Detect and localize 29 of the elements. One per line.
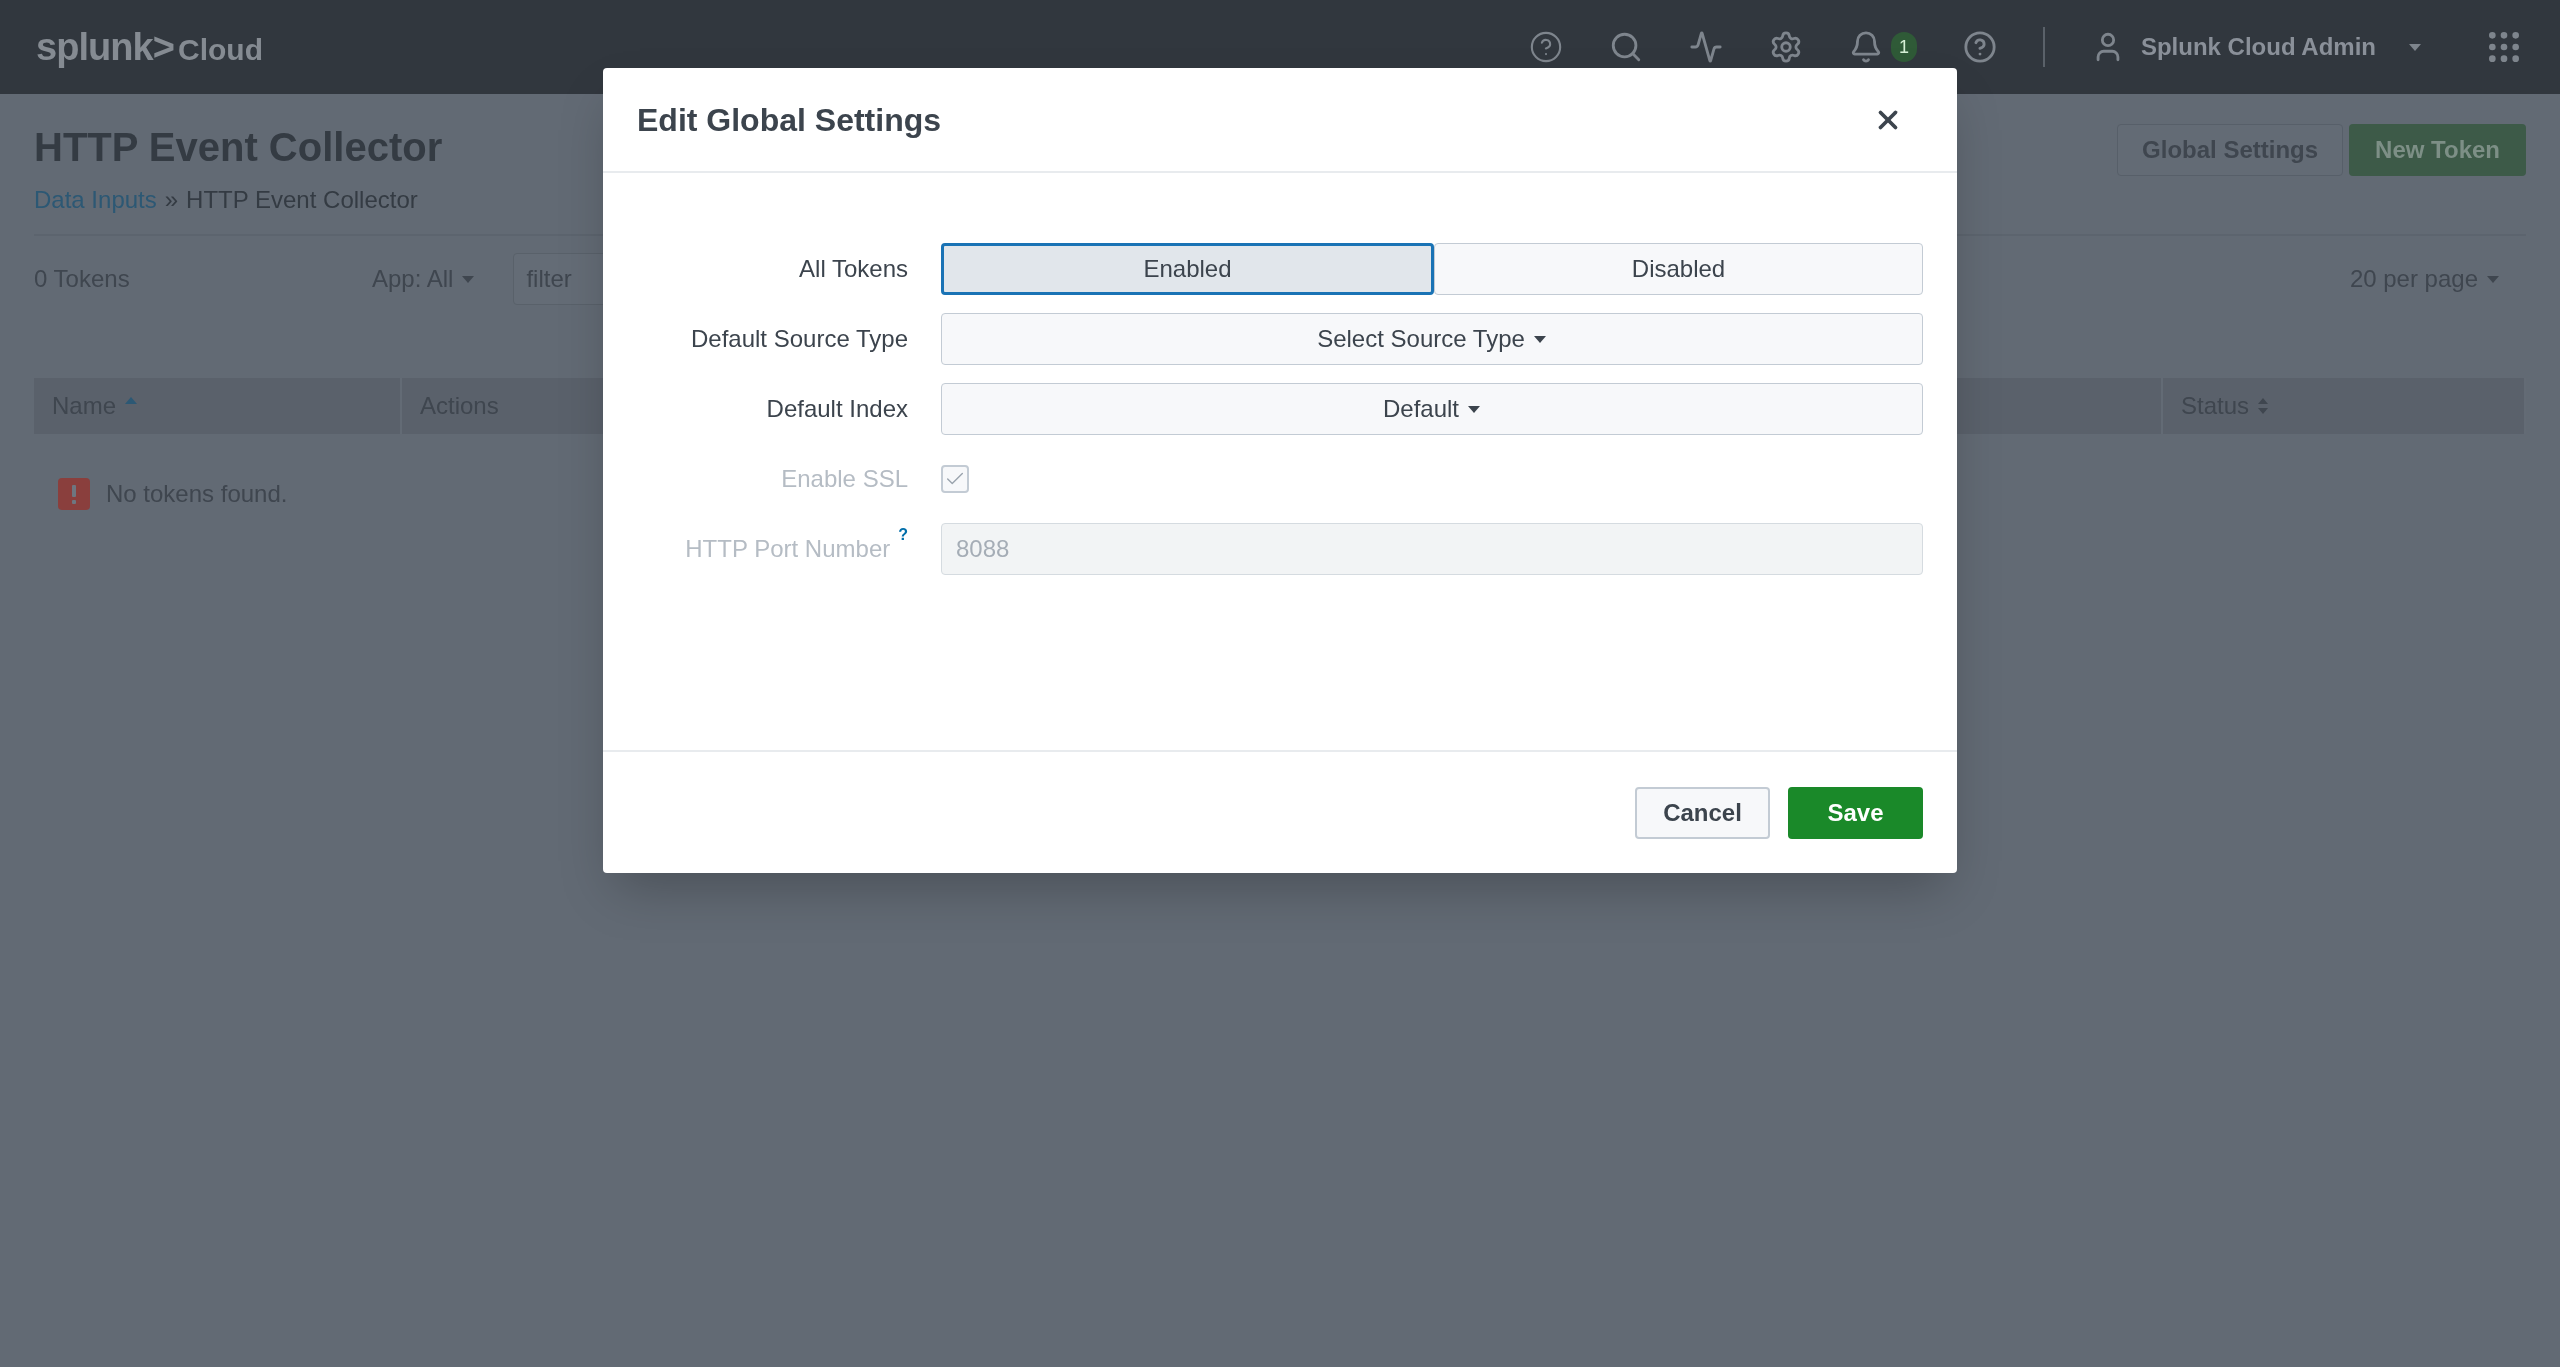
field-label: Default Source Type — [690, 324, 908, 354]
help-icon[interactable] — [1528, 30, 1563, 64]
toggle-option[interactable]: Disabled — [1434, 243, 1923, 295]
dialog-title: Edit Global Settings — [637, 100, 941, 140]
caret-icon — [2408, 42, 2422, 52]
cancel-button[interactable]: Cancel — [1635, 786, 1770, 839]
caret-icon — [1532, 334, 1547, 344]
caret-icon — [461, 274, 476, 284]
logo-product[interactable]: Cloud — [178, 35, 263, 65]
logo-brand[interactable]: splunk> — [36, 28, 174, 66]
caret-icon — [1467, 404, 1481, 414]
alert-icon — [58, 478, 90, 510]
field-label: HTTP Port Number — [685, 534, 891, 564]
sort-icon — [2257, 396, 2270, 416]
select-dropdown[interactable]: Default — [941, 383, 1923, 435]
field-label: All Tokens — [799, 254, 908, 284]
toggle-option[interactable]: Enabled — [941, 243, 1434, 295]
select-dropdown[interactable]: Select Source Type — [941, 313, 1923, 365]
new-token-button[interactable]: New Token — [2349, 124, 2526, 176]
sort-up-icon — [124, 395, 139, 405]
breadcrumb-separator: » — [164, 185, 179, 215]
user-menu[interactable]: Splunk Cloud Admin — [2140, 29, 2376, 65]
field-label: Default Index — [766, 394, 908, 424]
save-button[interactable]: Save — [1788, 786, 1923, 839]
help-icon[interactable] — [1962, 30, 1997, 64]
field-label: Enable SSL — [781, 464, 908, 494]
activity-icon[interactable] — [1688, 30, 1723, 64]
caret-icon — [2486, 274, 2500, 284]
notification-badge: 1 — [1890, 32, 1917, 62]
